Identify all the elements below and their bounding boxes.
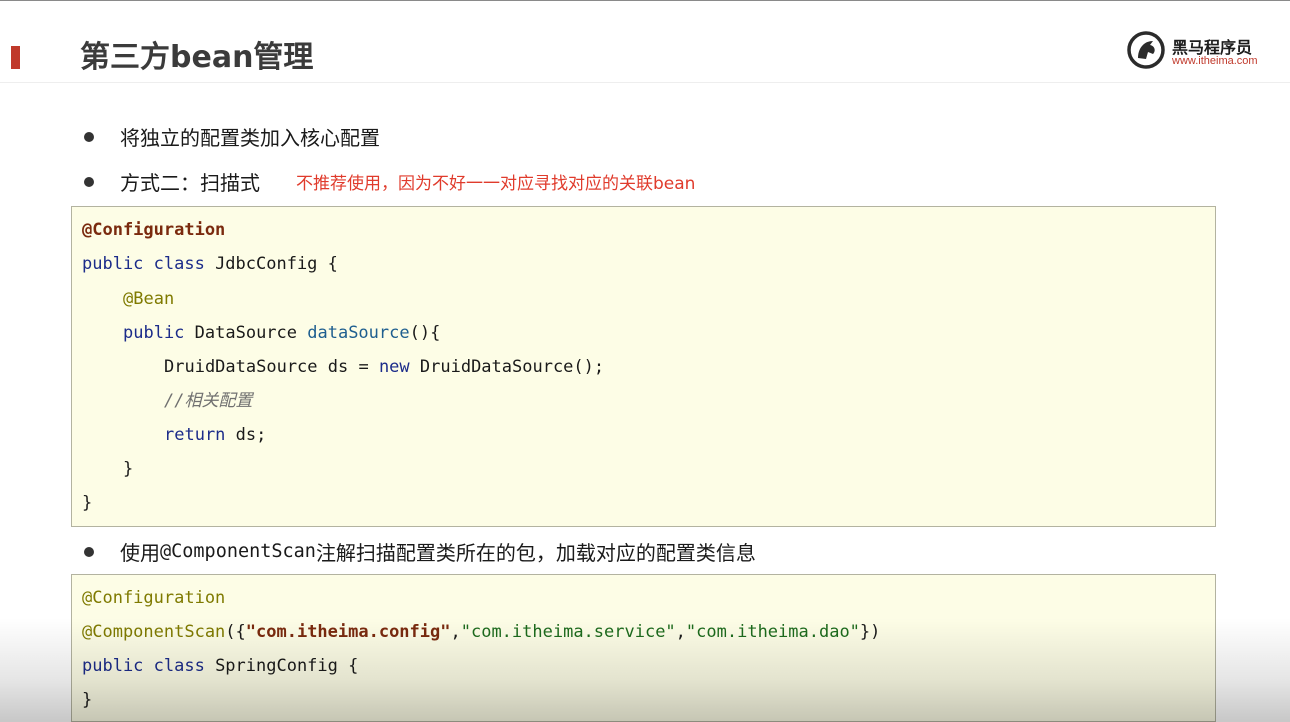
code-comment: //相关配置 (164, 391, 253, 411)
code-text: SpringConfig { (204, 656, 359, 676)
code-text: (){ (409, 323, 441, 343)
slide-title: 第三方bean管理 (80, 40, 314, 75)
title-accent-bar (11, 46, 20, 69)
keyword: return (164, 425, 226, 445)
code-line: @Configuration (82, 220, 226, 240)
code-line: @Bean (123, 289, 175, 309)
string-literal: "com.itheima.dao" (685, 622, 860, 642)
bullet-text-suffix: 注解扫描配置类所在的包，加载对应的配置类信息 (315, 541, 756, 565)
code-text: }) (859, 622, 881, 642)
bullet-text-prefix: 使用 (120, 541, 160, 565)
code-text: ({ (225, 622, 246, 642)
bullet-item: 使用 @ComponentScan 注解扫描配置类所在的包，加载对应的配置类信息 (84, 537, 756, 566)
title-divider (0, 82, 1290, 83)
bullet-dot-icon (84, 546, 94, 557)
code-line: return ds; (164, 424, 266, 446)
code-line: } (82, 690, 93, 710)
code-block-jdbc-config: @Configuration public class JdbcConfig {… (71, 206, 1216, 527)
code-line: @ComponentScan({"com.itheima.config","co… (82, 621, 880, 643)
code-text: ds; (225, 425, 267, 445)
code-line: public DataSource dataSource(){ (123, 322, 440, 344)
bullet-item: 将独立的配置类加入核心配置 (84, 122, 380, 151)
code-text: JdbcConfig { (204, 254, 338, 274)
string-literal: "com.itheima.service" (460, 622, 676, 642)
bullet-dot-icon (84, 131, 94, 142)
bullet-text: 方式二：扫描式 (120, 171, 260, 195)
keyword: public class (82, 254, 205, 274)
code-line: @Configuration (82, 588, 226, 608)
code-text: DruidDataSource(); (409, 357, 605, 377)
itheima-logo: 黑马程序员 www.itheima.com (1126, 30, 1266, 72)
keyword: public class (82, 656, 205, 676)
method-name: dataSource (307, 323, 410, 343)
bullet-dot-icon (84, 176, 94, 187)
top-border (0, 0, 1290, 1)
code-text: , (675, 622, 686, 642)
warning-note: 不推荐使用，因为不好一一对应寻找对应的关联bean (296, 174, 696, 194)
code-line: public class SpringConfig { (82, 655, 358, 677)
code-text: DataSource (184, 323, 308, 343)
bullet-code: @ComponentScan (160, 541, 316, 562)
code-line: DruidDataSource ds = new DruidDataSource… (164, 356, 604, 378)
code-block-spring-config: @Configuration @ComponentScan({"com.ithe… (71, 574, 1216, 722)
code-line: public class JdbcConfig { (82, 253, 338, 275)
keyword: public (123, 323, 185, 343)
bullet-item: 方式二：扫描式 不推荐使用，因为不好一一对应寻找对应的关联bean (84, 167, 695, 196)
annotation: @ComponentScan (82, 622, 226, 642)
bullet-text: 将独立的配置类加入核心配置 (120, 126, 380, 150)
code-line: } (123, 459, 134, 479)
keyword: new (378, 357, 410, 377)
code-text: , (450, 622, 461, 642)
string-literal: "com.itheima.config" (245, 622, 451, 642)
code-line: } (82, 493, 93, 513)
logo-url: www.itheima.com (1172, 55, 1258, 67)
code-text: DruidDataSource ds = (164, 357, 379, 377)
horse-logo-icon (1127, 31, 1165, 69)
